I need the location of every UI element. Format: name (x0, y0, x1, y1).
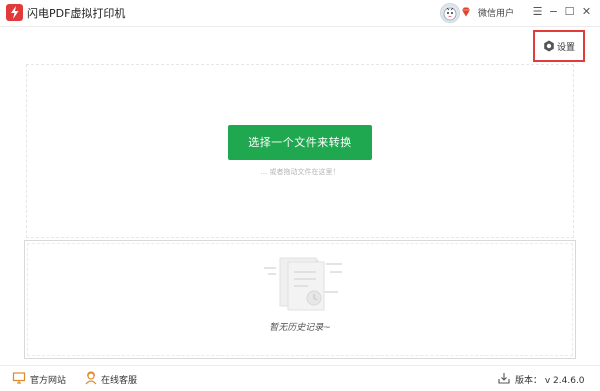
version-text: 版本： v 2.4.6.0 (515, 376, 585, 386)
empty-history-text: 暂无历史记录~ (269, 323, 331, 333)
settings-label: 设置 (557, 43, 576, 53)
settings-button[interactable]: 设置 (533, 30, 585, 62)
official-site-link[interactable]: 官方网站 (30, 373, 66, 386)
empty-history-illustration (264, 257, 342, 311)
drag-hint: ... 或者拖动文件在这里！ (260, 168, 340, 176)
app-logo-icon (6, 4, 23, 21)
app-title: 闪电PDF虚拟打印机 (27, 7, 126, 20)
maximize-button[interactable]: ☐ (563, 5, 576, 19)
headset-person-icon (85, 371, 97, 385)
minimize-button[interactable]: − (547, 5, 560, 19)
menu-button[interactable]: ☰ (531, 5, 544, 19)
vip-diamond-icon (462, 7, 470, 17)
user-avatar[interactable] (440, 3, 460, 23)
select-file-button[interactable]: 选择一个文件来转换 (228, 125, 372, 160)
bottom-bar: 官方网站 在线客服 版本： v 2.4.6.0 (0, 365, 600, 391)
online-support-link[interactable]: 在线客服 (101, 373, 137, 386)
close-button[interactable]: ✕ (580, 5, 593, 19)
download-icon (498, 373, 510, 384)
gear-icon (544, 40, 554, 52)
user-name[interactable]: 微信用户 (478, 6, 514, 19)
title-bar: 闪电PDF虚拟打印机 微信用户 ☰ − ☐ ✕ (0, 0, 600, 27)
monitor-icon (12, 372, 26, 384)
